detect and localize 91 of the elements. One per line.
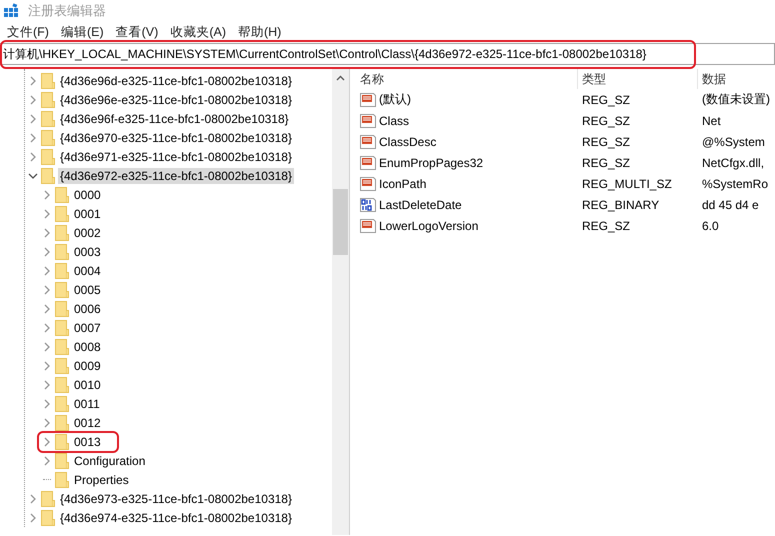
tree-item[interactable]: 0011 — [72, 396, 102, 412]
tree-item[interactable]: {4d36e971-e325-11ce-bfc1-08002be10318} — [58, 148, 294, 164]
tree-item[interactable]: {4d36e96d-e325-11ce-bfc1-08002be10318} — [58, 72, 294, 88]
tree-item[interactable]: Properties — [72, 472, 131, 488]
scrollbar-thumb[interactable] — [333, 189, 348, 255]
column-header[interactable]: 类型 — [578, 69, 698, 89]
value-type: REG_SZ — [581, 112, 632, 130]
tree-item[interactable]: 0008 — [72, 338, 103, 354]
string-value-icon — [360, 92, 376, 108]
tree-item[interactable]: {4d36e970-e325-11ce-bfc1-08002be10318} — [58, 130, 294, 146]
address-field[interactable]: 计算机\HKEY_LOCAL_MACHINE\SYSTEM\CurrentControlSet\Control\Class\{4d36e972-e325-11ce-bfc1-08002be10318} — [0, 43, 775, 65]
string-value-icon — [360, 218, 376, 234]
tree-item[interactable]: 0002 — [72, 224, 103, 240]
tree-item[interactable]: {4d36e974-e325-11ce-bfc1-08002be10318} — [58, 510, 294, 526]
menu-item[interactable]: 收藏夹(A) — [165, 24, 233, 40]
value-type: REG_SZ — [581, 154, 632, 172]
tree-item[interactable]: 0001 — [72, 206, 103, 222]
string-value-icon — [360, 176, 376, 192]
value-type: REG_SZ — [581, 218, 632, 234]
value-name[interactable]: (默认) — [379, 91, 411, 108]
tree-item[interactable]: 0013 — [72, 434, 103, 450]
string-value-icon — [360, 154, 376, 170]
folder-icon — [41, 130, 55, 146]
value-type: REG_BINARY — [581, 196, 660, 214]
tree-item[interactable]: 0004 — [72, 262, 103, 278]
tree-item[interactable]: 0005 — [72, 282, 103, 298]
folder-icon — [55, 244, 69, 260]
tree-item[interactable]: 0010 — [72, 376, 103, 392]
folder-icon — [55, 472, 69, 488]
folder-icon — [41, 72, 55, 88]
folder-icon — [55, 320, 69, 336]
folder-icon — [41, 168, 55, 184]
scrollbar[interactable] — [332, 69, 349, 535]
tree-item[interactable]: Configuration — [72, 452, 148, 468]
folder-icon — [55, 434, 69, 450]
value-type: REG_SZ — [581, 134, 632, 150]
value-name[interactable]: LowerLogoVersion — [379, 218, 478, 232]
string-value-icon — [360, 134, 376, 150]
value-name[interactable]: Class — [379, 114, 410, 128]
value-name[interactable]: ClassDesc — [379, 134, 436, 148]
tree-item[interactable]: 0012 — [72, 414, 103, 430]
folder-icon — [41, 148, 55, 164]
registry-editor-icon — [4, 3, 20, 19]
folder-icon — [55, 376, 69, 392]
folder-icon — [55, 300, 69, 316]
folder-icon — [41, 510, 55, 526]
value-data: dd 45 d4 e — [701, 196, 760, 214]
value-data: %SystemRo — [701, 176, 770, 192]
folder-icon — [41, 92, 55, 108]
menu-item[interactable]: 编辑(E) — [56, 24, 111, 40]
tree-item[interactable]: {4d36e972-e325-11ce-bfc1-08002be10318} — [58, 168, 294, 184]
folder-icon — [41, 490, 55, 506]
scroll-up-icon[interactable] — [336, 75, 345, 81]
folder-icon — [55, 186, 69, 202]
tree-item[interactable]: 0007 — [72, 320, 103, 336]
value-type: REG_SZ — [581, 92, 632, 108]
tree-item[interactable]: 0000 — [72, 186, 103, 202]
value-name[interactable]: LastDeleteDate — [379, 198, 462, 212]
value-data: @%System — [701, 134, 766, 150]
folder-icon — [55, 358, 69, 374]
folder-icon — [55, 206, 69, 222]
value-name[interactable]: IconPath — [379, 176, 426, 190]
folder-icon — [55, 338, 69, 354]
folder-icon — [55, 224, 69, 240]
value-data: Net — [701, 112, 722, 130]
value-data: NetCfgx.dll, — [701, 154, 766, 172]
column-header[interactable]: 名称 — [356, 69, 578, 89]
value-type: REG_MULTI_SZ — [581, 176, 673, 192]
folder-icon — [55, 414, 69, 430]
menu-item[interactable]: 文件(F) — [2, 24, 56, 40]
menu-item[interactable]: 帮助(H) — [232, 24, 288, 40]
value-name[interactable]: EnumPropPages32 — [379, 156, 484, 170]
tree-item[interactable]: 0006 — [72, 300, 103, 316]
folder-icon — [55, 396, 69, 412]
menu-item[interactable]: 查看(V) — [110, 24, 166, 40]
folder-icon — [55, 282, 69, 298]
collapse-chevron-icon[interactable] — [28, 172, 38, 180]
string-value-icon — [360, 112, 376, 128]
column-header[interactable]: 数据 — [698, 69, 775, 89]
tree-item[interactable]: 0009 — [72, 358, 103, 374]
tree-item[interactable]: {4d36e96e-e325-11ce-bfc1-08002be10318} — [58, 92, 294, 108]
tree-item[interactable]: 0003 — [72, 244, 103, 260]
window-title: 注册表编辑器 — [28, 2, 106, 20]
folder-icon — [41, 110, 55, 126]
folder-icon — [55, 452, 69, 468]
tree-item[interactable]: {4d36e96f-e325-11ce-bfc1-08002be10318} — [58, 110, 291, 126]
folder-icon — [55, 262, 69, 278]
value-data: 6.0 — [701, 218, 720, 234]
binary-value-icon — [360, 196, 376, 212]
tree-item[interactable]: {4d36e973-e325-11ce-bfc1-08002be10318} — [58, 490, 294, 506]
value-data: (数值未设置) — [701, 91, 771, 108]
